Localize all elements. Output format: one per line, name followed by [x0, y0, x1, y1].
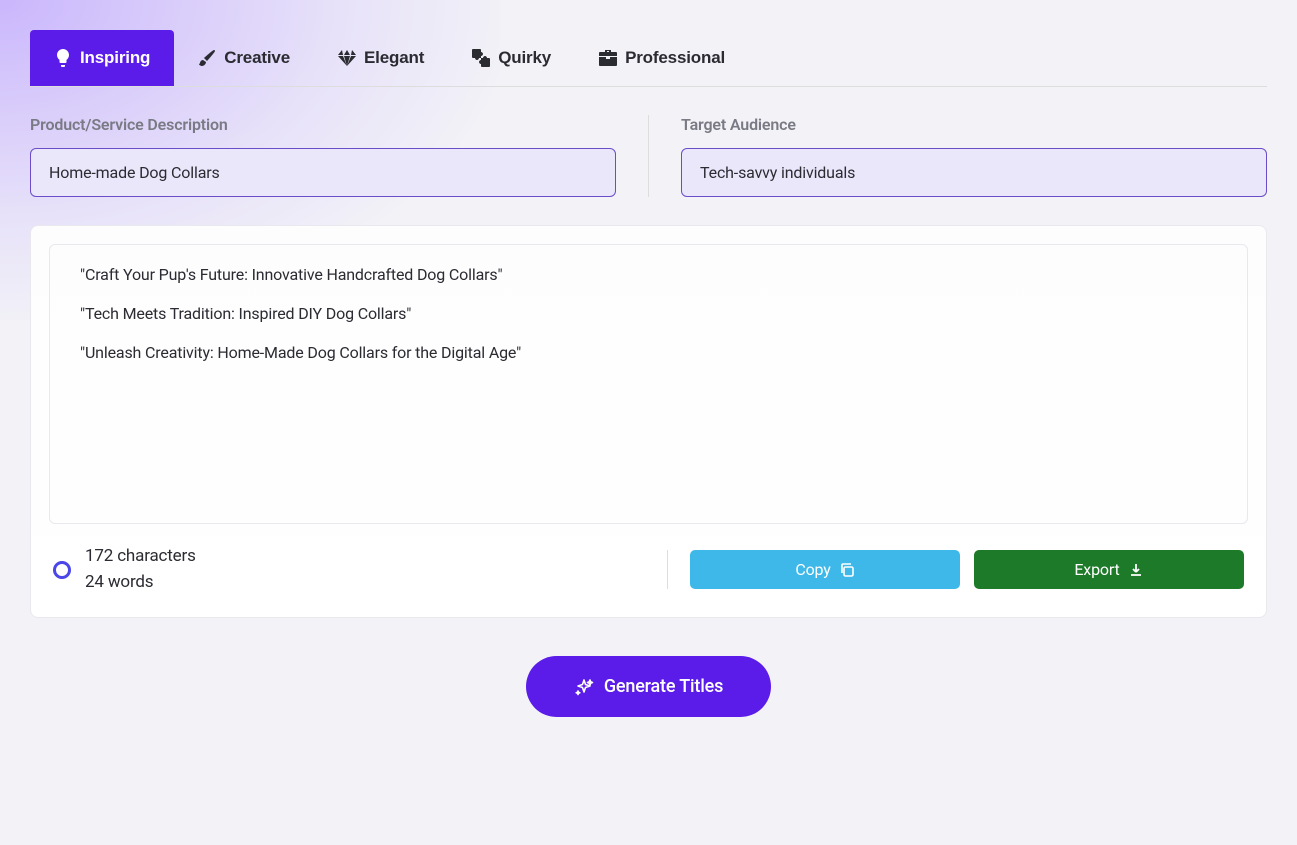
briefcase-icon: [599, 49, 617, 67]
tab-label: Creative: [224, 48, 290, 68]
tab-label: Professional: [625, 48, 725, 68]
result-item: "Craft Your Pup's Future: Innovative Han…: [80, 265, 1217, 284]
sparkle-icon: [574, 677, 594, 697]
puzzle-icon: [472, 49, 490, 67]
generate-label: Generate Titles: [604, 676, 723, 697]
stats-section: 172 characters 24 words: [53, 544, 667, 595]
result-item: "Unleash Creativity: Home-Made Dog Colla…: [80, 343, 1217, 362]
generate-button[interactable]: Generate Titles: [526, 656, 771, 717]
gem-icon: [338, 49, 356, 67]
download-icon: [1128, 562, 1144, 578]
stats-text: 172 characters 24 words: [85, 544, 196, 595]
brush-icon: [198, 49, 216, 67]
product-label: Product/Service Description: [30, 115, 616, 134]
tab-label: Quirky: [498, 48, 551, 68]
copy-label: Copy: [795, 560, 830, 579]
tab-professional[interactable]: Professional: [575, 30, 749, 86]
copy-button[interactable]: Copy: [690, 550, 960, 589]
audience-field: Target Audience: [681, 115, 1267, 197]
panel-footer: 172 characters 24 words Copy Export: [49, 544, 1248, 599]
stats-circle-icon: [53, 561, 71, 579]
action-buttons: Copy Export: [667, 550, 1244, 589]
export-label: Export: [1074, 560, 1119, 579]
input-divider: [648, 115, 649, 197]
copy-icon: [839, 562, 855, 578]
style-tabs: Inspiring Creative Elegant Quirky Profes…: [30, 30, 1267, 87]
char-count: 172 characters: [85, 544, 196, 570]
result-item: "Tech Meets Tradition: Inspired DIY Dog …: [80, 304, 1217, 323]
input-row: Product/Service Description Target Audie…: [30, 115, 1267, 197]
tab-label: Elegant: [364, 48, 424, 68]
word-count: 24 words: [85, 570, 196, 596]
tab-inspiring[interactable]: Inspiring: [30, 30, 174, 86]
generate-section: Generate Titles: [30, 656, 1267, 717]
results-box: "Craft Your Pup's Future: Innovative Han…: [49, 244, 1248, 524]
tab-label: Inspiring: [80, 48, 150, 68]
lightbulb-icon: [54, 49, 72, 67]
product-field: Product/Service Description: [30, 115, 616, 197]
tab-quirky[interactable]: Quirky: [448, 30, 575, 86]
audience-input[interactable]: [681, 148, 1267, 197]
tab-elegant[interactable]: Elegant: [314, 30, 448, 86]
results-panel: "Craft Your Pup's Future: Innovative Han…: [30, 225, 1267, 618]
product-input[interactable]: [30, 148, 616, 197]
export-button[interactable]: Export: [974, 550, 1244, 589]
audience-label: Target Audience: [681, 115, 1267, 134]
tab-creative[interactable]: Creative: [174, 30, 314, 86]
